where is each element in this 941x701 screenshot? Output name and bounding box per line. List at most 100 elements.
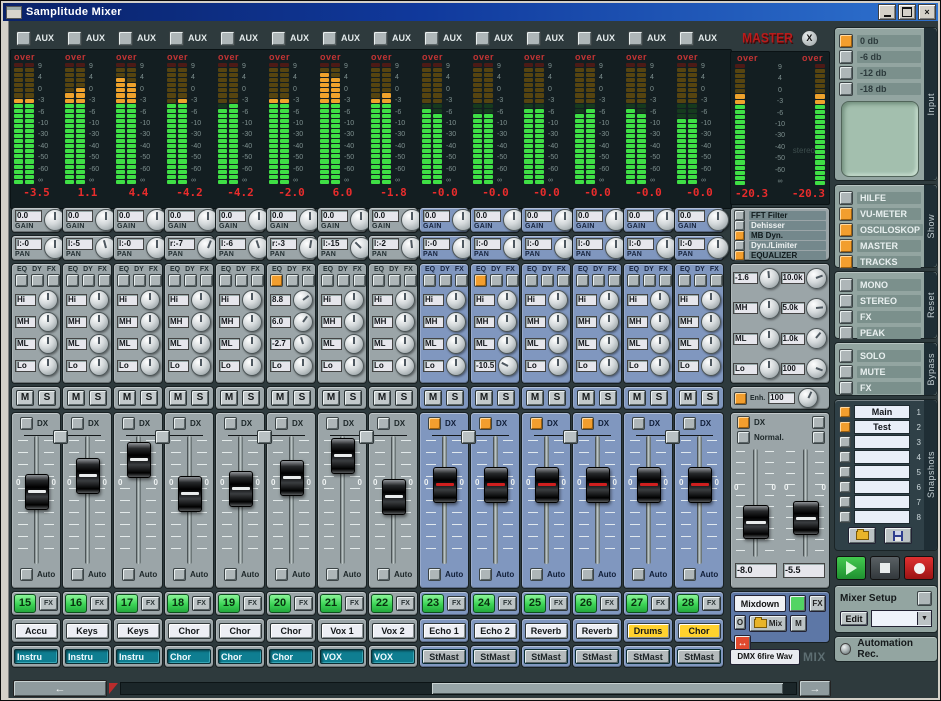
dyn-limiter-label[interactable]: Dyn./Limiter: [749, 241, 826, 250]
eq-lo-knob[interactable]: [344, 356, 364, 376]
eq-lo-knob[interactable]: [599, 356, 619, 376]
fader-handle[interactable]: [76, 458, 100, 494]
solo-button[interactable]: S: [701, 390, 719, 406]
fx-button[interactable]: FX: [141, 596, 160, 611]
fader-handle[interactable]: [688, 467, 712, 503]
enhancer-value[interactable]: 100: [768, 392, 795, 404]
eq-mh-knob[interactable]: [701, 312, 721, 332]
eq-lo-value[interactable]: Lo: [423, 360, 444, 372]
eq-lo-knob[interactable]: [191, 356, 211, 376]
monitor-green-button[interactable]: [789, 595, 806, 612]
mute-button[interactable]: M: [118, 390, 136, 406]
eq-mh-value[interactable]: MH: [219, 316, 240, 328]
gain-value[interactable]: 0.0: [576, 210, 603, 222]
aux-toggle[interactable]: [424, 31, 439, 46]
fx-button[interactable]: FX: [345, 596, 364, 611]
pan-value[interactable]: l:-0: [525, 238, 552, 250]
eq-mh-value[interactable]: MH: [321, 316, 342, 328]
aux-toggle[interactable]: [220, 31, 235, 46]
show-master-toggle[interactable]: [839, 239, 853, 253]
eq-lo-knob[interactable]: [140, 356, 160, 376]
eq-mh-value[interactable]: MH: [15, 316, 36, 328]
eq-toggle[interactable]: [66, 274, 79, 287]
auto-toggle[interactable]: [224, 568, 237, 581]
eq-lo-value[interactable]: Lo: [168, 360, 189, 372]
pan-value[interactable]: l:-0: [15, 238, 42, 250]
mute-button[interactable]: M: [67, 390, 85, 406]
track-number-button[interactable]: 17: [116, 594, 138, 613]
fft-filter-toggle[interactable]: [734, 210, 745, 221]
eq-mh-value[interactable]: MH: [168, 316, 189, 328]
gain-value[interactable]: 0.0: [474, 210, 501, 222]
eq-hi-knob[interactable]: [344, 290, 364, 310]
eq-lo-knob[interactable]: [701, 356, 721, 376]
fx-button[interactable]: FX: [600, 596, 619, 611]
dx-toggle[interactable]: [20, 417, 33, 430]
reset-tab[interactable]: Reset: [924, 272, 937, 338]
dynamics-toggle[interactable]: [541, 274, 554, 287]
dynamics-toggle[interactable]: [694, 274, 707, 287]
auto-toggle[interactable]: [71, 568, 84, 581]
snapshot-1-name[interactable]: Main: [854, 405, 910, 419]
eq-ml-value[interactable]: ML: [423, 338, 444, 350]
title-bar[interactable]: Samplitude Mixer ×: [3, 3, 938, 21]
edit-button[interactable]: Edit: [840, 611, 868, 626]
master-eq-lo-gain-knob[interactable]: [759, 358, 780, 379]
gain-value[interactable]: 0.0: [15, 210, 42, 222]
fader-track[interactable]: 0 0: [171, 434, 207, 566]
master-dx-toggle[interactable]: [737, 416, 750, 429]
gain-value[interactable]: 0.0: [219, 210, 246, 222]
fx-button[interactable]: FX: [90, 596, 109, 611]
solo-button[interactable]: S: [89, 390, 107, 406]
eq-ml-knob[interactable]: [446, 334, 466, 354]
fx-toggle[interactable]: [455, 274, 468, 287]
snapshot-save-button[interactable]: [884, 527, 912, 544]
stereo-link-button[interactable]: [155, 430, 170, 444]
fx-toggle[interactable]: [98, 274, 111, 287]
eq-hi-knob[interactable]: [293, 290, 313, 310]
bypass-fx-toggle[interactable]: [839, 381, 853, 395]
master-eq-hi-gain-knob[interactable]: [759, 268, 780, 289]
eq-mh-knob[interactable]: [395, 312, 415, 332]
eq-ml-value[interactable]: ML: [678, 338, 699, 350]
dynamics-toggle[interactable]: [31, 274, 44, 287]
master-eq-hi-gain[interactable]: -1.6: [733, 272, 758, 284]
mb-dyn-toggle[interactable]: [734, 230, 745, 241]
eq-mh-knob[interactable]: [293, 312, 313, 332]
auto-toggle[interactable]: [428, 568, 441, 581]
aux-toggle[interactable]: [373, 31, 388, 46]
eq-mh-knob[interactable]: [599, 312, 619, 332]
eq-mh-knob[interactable]: [497, 312, 517, 332]
dyn-limiter-toggle[interactable]: [734, 240, 745, 251]
fader-track[interactable]: 0 0: [324, 434, 360, 566]
mute-button[interactable]: M: [220, 390, 238, 406]
eq-mh-value[interactable]: MH: [423, 316, 444, 328]
master-mono-button[interactable]: M: [790, 615, 807, 632]
eq-toggle[interactable]: [15, 274, 28, 287]
master-fader-track-left[interactable]: 0 0: [735, 447, 775, 559]
eq-mh-value[interactable]: MH: [372, 316, 393, 328]
fx-toggle[interactable]: [251, 274, 264, 287]
snapshot-8-name[interactable]: [854, 510, 910, 524]
eq-ml-value[interactable]: ML: [525, 338, 546, 350]
track-name-button[interactable]: Chor: [270, 623, 313, 639]
fx-button[interactable]: FX: [39, 596, 58, 611]
eq-lo-knob[interactable]: [38, 356, 58, 376]
mix-file-button[interactable]: Mix: [749, 615, 787, 632]
fader-track[interactable]: 0 0: [528, 434, 564, 566]
eq-mh-value[interactable]: MH: [117, 316, 138, 328]
eq-hi-knob[interactable]: [140, 290, 160, 310]
fx-toggle[interactable]: [353, 274, 366, 287]
track-name-button[interactable]: Drums: [627, 623, 670, 639]
eq-toggle[interactable]: [321, 274, 334, 287]
eq-mh-knob[interactable]: [650, 312, 670, 332]
snapshot-1-toggle[interactable]: [839, 406, 851, 418]
eq-mh-knob[interactable]: [242, 312, 262, 332]
eq-lo-knob[interactable]: [293, 356, 313, 376]
pan-value[interactable]: r:-3: [270, 238, 297, 250]
track-number-button[interactable]: 28: [677, 594, 699, 613]
auto-toggle[interactable]: [173, 568, 186, 581]
track-name-button[interactable]: Accu: [15, 623, 58, 639]
fader-track[interactable]: 0 0: [273, 434, 309, 566]
eq-mh-value[interactable]: MH: [525, 316, 546, 328]
